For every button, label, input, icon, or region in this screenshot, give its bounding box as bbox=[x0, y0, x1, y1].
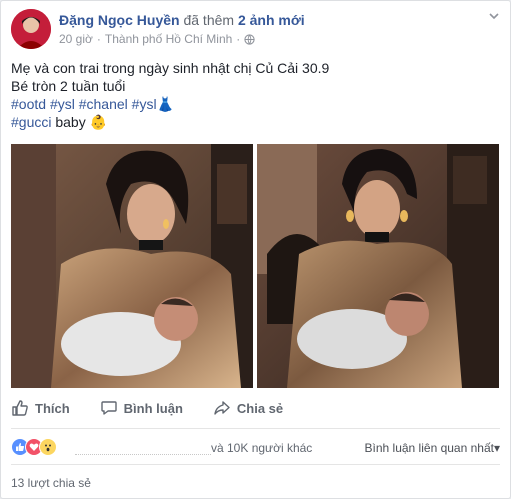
comment-sort-label: Bình luận liên quan nhất bbox=[364, 441, 494, 455]
post-time[interactable]: 20 giờ bbox=[59, 32, 93, 46]
avatar[interactable] bbox=[11, 9, 51, 49]
photo-grid bbox=[11, 144, 499, 388]
author-line: Đặng Ngọc Huyền đã thêm 2 ảnh mới bbox=[59, 12, 305, 28]
hashtag-ysl-2[interactable]: #ysl bbox=[132, 96, 157, 112]
baby-text: baby bbox=[55, 114, 86, 130]
reactor-names-blurred bbox=[75, 440, 211, 455]
thumbs-up-icon bbox=[11, 399, 29, 417]
hashtag-line: #ootd #ysl #chanel #ysl👗 bbox=[11, 95, 500, 113]
baby-emoji: 👶 bbox=[89, 114, 108, 130]
post-text-line: Bé tròn 2 tuần tuổi bbox=[11, 78, 126, 94]
dress-emoji: 👗 bbox=[156, 96, 175, 112]
hashtag-line: #gucci baby 👶 bbox=[11, 113, 500, 131]
post-card: Đặng Ngọc Huyền đã thêm 2 ảnh mới 20 giờ… bbox=[0, 0, 511, 499]
photo-2[interactable] bbox=[257, 144, 499, 388]
hashtag-ysl[interactable]: #ysl bbox=[50, 96, 75, 112]
comment-label: Bình luận bbox=[123, 400, 183, 416]
share-count[interactable]: 13 lượt chia sẻ bbox=[11, 476, 91, 490]
share-icon bbox=[213, 399, 231, 417]
post-action-text: đã thêm bbox=[183, 12, 235, 28]
comment-sort-dropdown[interactable]: Bình luận liên quan nhất▾ bbox=[365, 441, 500, 455]
hashtag-gucci[interactable]: #gucci bbox=[11, 114, 51, 130]
reactions-row: và 10K người khác Bình luận liên quan nh… bbox=[11, 438, 500, 456]
reaction-count[interactable]: và 10K người khác bbox=[211, 441, 312, 455]
author-name[interactable]: Đặng Ngọc Huyền bbox=[59, 12, 180, 28]
post-header: Đặng Ngọc Huyền đã thêm 2 ảnh mới 20 giờ… bbox=[11, 9, 500, 49]
hashtag-chanel[interactable]: #chanel bbox=[79, 96, 128, 112]
meta-dot: · bbox=[96, 32, 101, 46]
photo-1[interactable] bbox=[11, 144, 253, 388]
meta-dot: · bbox=[236, 32, 241, 46]
post-text-line: Mẹ và con trai trong ngày sinh nhật chị … bbox=[11, 60, 330, 76]
action-bar: Thích Bình luận Chia sẻ bbox=[11, 396, 500, 420]
divider bbox=[11, 428, 500, 429]
like-button[interactable]: Thích bbox=[11, 399, 70, 417]
share-button[interactable]: Chia sẻ bbox=[213, 399, 283, 417]
post-location[interactable]: Thành phố Hồ Chí Minh bbox=[105, 32, 232, 46]
like-label: Thích bbox=[35, 400, 70, 416]
hashtag-ootd[interactable]: #ootd bbox=[11, 96, 46, 112]
caret-down-icon: ▾ bbox=[493, 441, 500, 455]
wow-reaction-icon bbox=[39, 438, 57, 456]
post-action-link[interactable]: 2 ảnh mới bbox=[238, 12, 305, 28]
reaction-icons[interactable] bbox=[11, 438, 57, 456]
comment-button[interactable]: Bình luận bbox=[100, 399, 183, 417]
post-text: Mẹ và con trai trong ngày sinh nhật chị … bbox=[11, 59, 500, 131]
divider bbox=[11, 464, 500, 465]
post-meta: 20 giờ · Thành phố Hồ Chí Minh · bbox=[59, 32, 255, 46]
globe-icon[interactable] bbox=[244, 33, 255, 45]
share-label: Chia sẻ bbox=[236, 400, 284, 416]
chevron-down-icon[interactable] bbox=[488, 9, 500, 25]
comment-icon bbox=[100, 399, 118, 417]
